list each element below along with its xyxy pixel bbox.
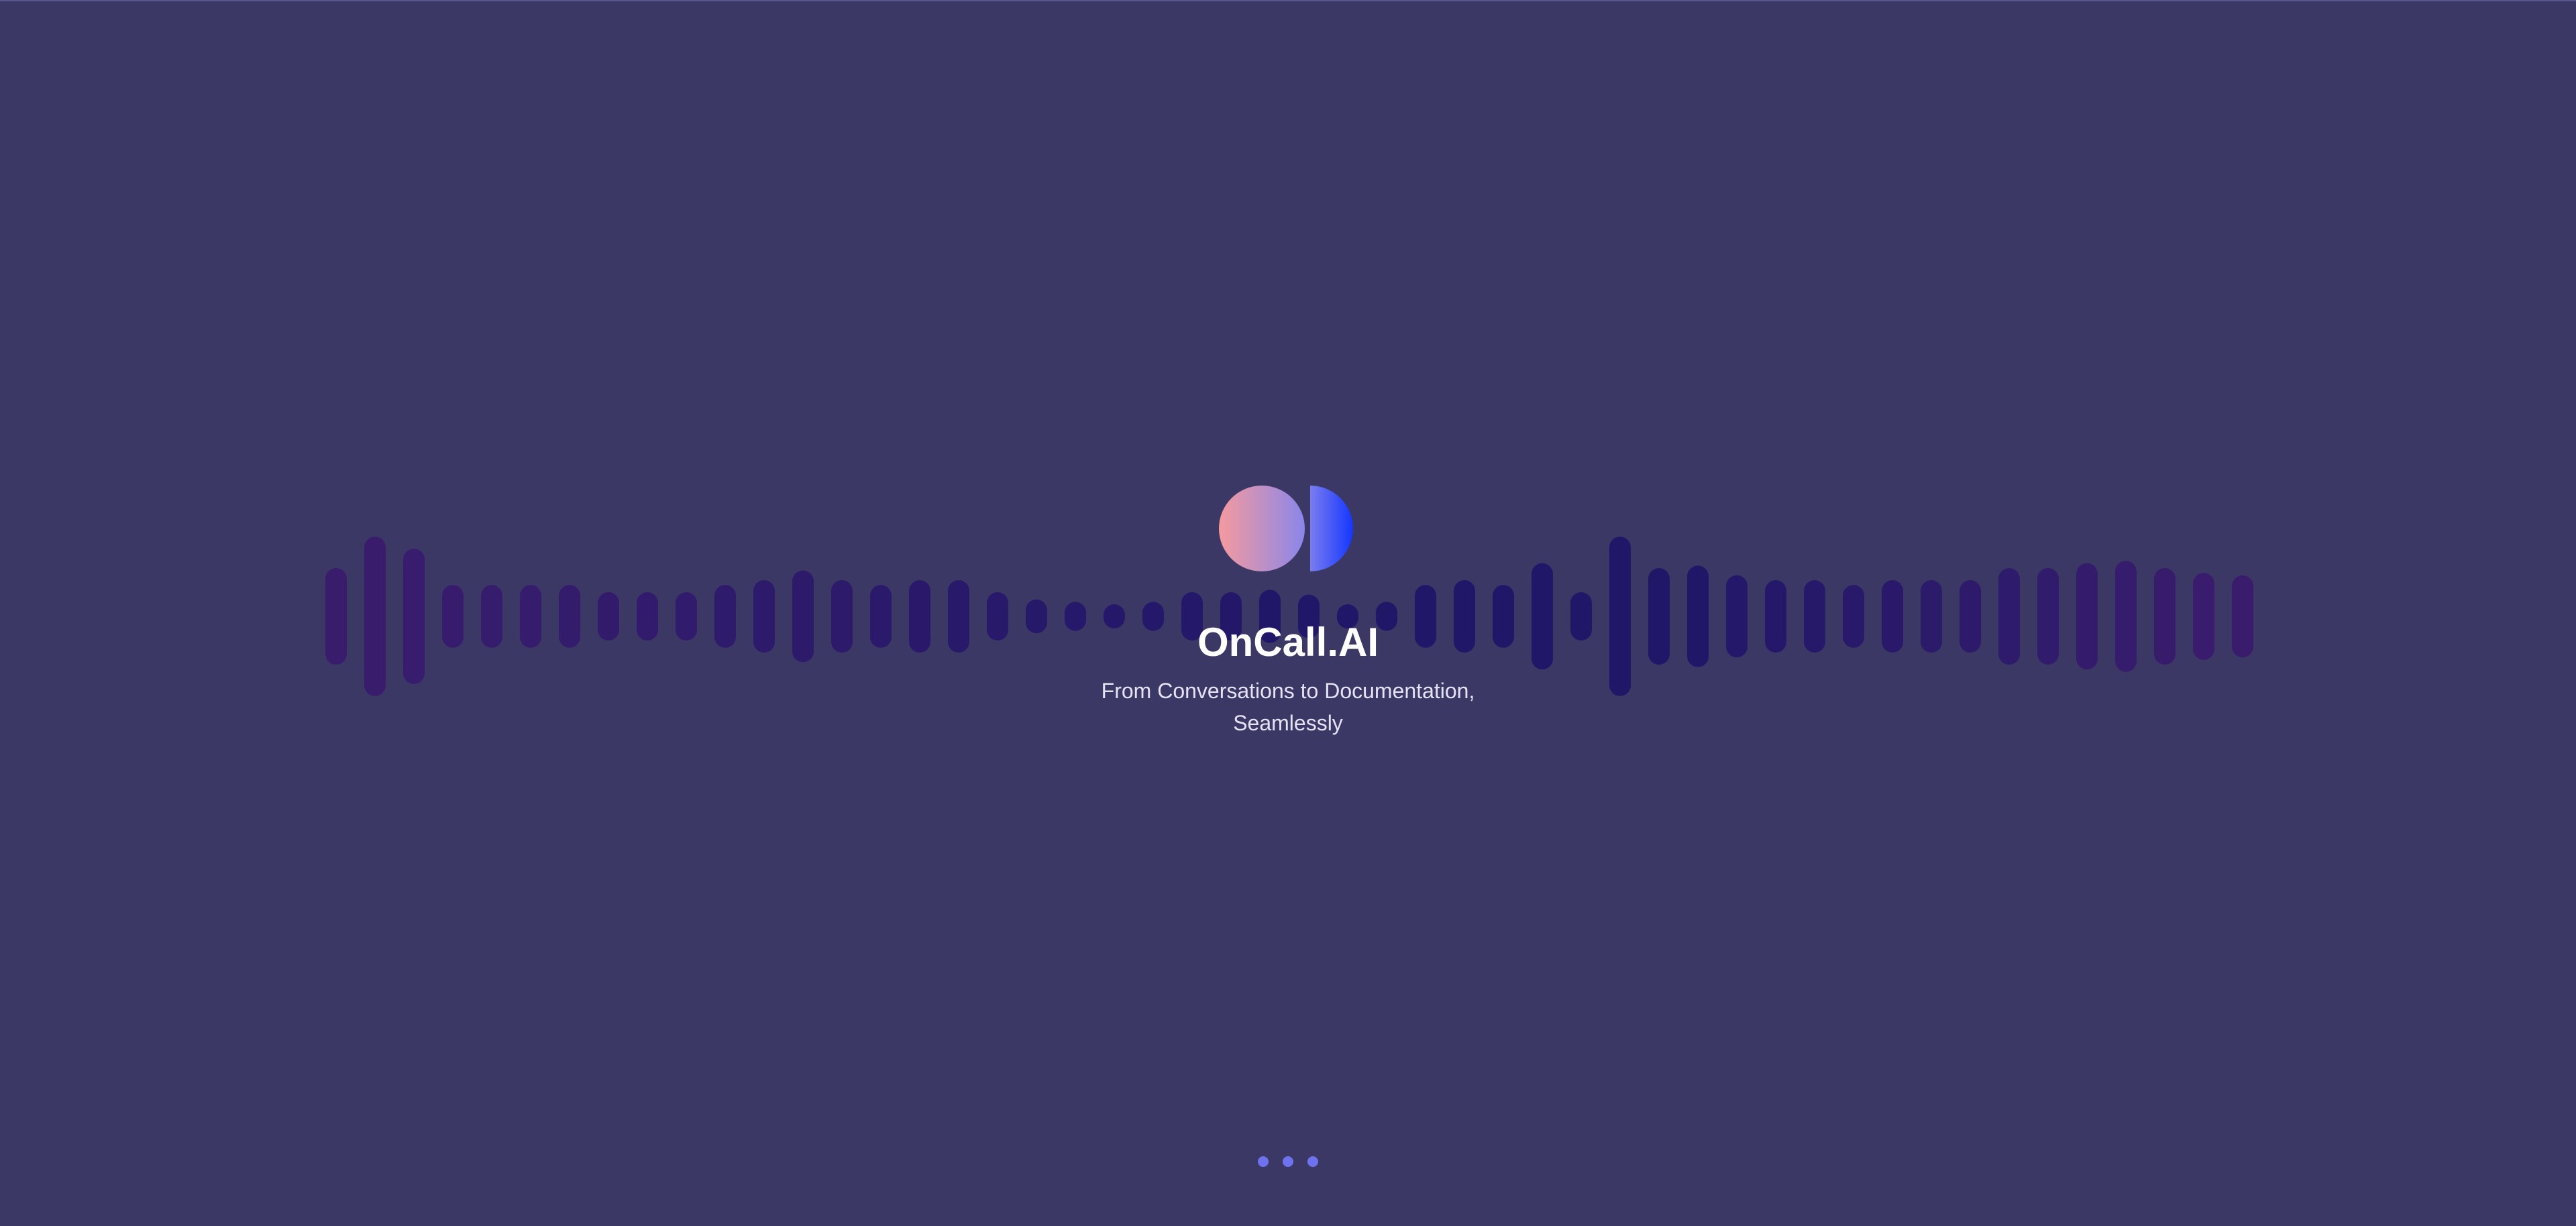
waveform-bar (442, 585, 464, 648)
waveform-bar (1609, 537, 1631, 696)
waveform-bar (987, 592, 1008, 640)
waveform-bar (792, 570, 814, 663)
waveform-bar (520, 585, 541, 648)
waveform-bar (1570, 592, 1592, 640)
waveform-bar (831, 580, 853, 653)
waveform-bar (753, 580, 775, 653)
logo-right-half (1310, 486, 1353, 571)
waveform-bar (481, 585, 502, 648)
waveform-bar (1921, 580, 1942, 653)
waveform-bar (676, 592, 697, 640)
waveform-bar (948, 580, 969, 653)
waveform-bar (1804, 580, 1825, 653)
tagline: From Conversations to Documentation, Sea… (1080, 675, 1496, 739)
waveform-bar (598, 592, 619, 640)
waveform-bar (1960, 580, 1981, 653)
waveform-bar (1765, 580, 1786, 653)
waveform-bar (2115, 561, 2137, 672)
tagline-line-2: Seamlessly (1233, 711, 1343, 735)
logo-left-circle (1219, 486, 1305, 571)
waveform-bar (1998, 568, 2020, 665)
waveform-bar (2193, 573, 2214, 660)
waveform-bar (1648, 568, 1670, 665)
waveform-bar (325, 568, 347, 665)
waveform-bar (2154, 568, 2176, 665)
waveform-bar (2232, 575, 2253, 658)
waveform-bar (1843, 585, 1864, 648)
waveform-bar (364, 537, 386, 696)
waveform-bar (909, 580, 930, 653)
oncall-ai-logo-icon (1219, 486, 1353, 571)
waveform-bar (403, 549, 425, 684)
waveform-bar (1726, 575, 1748, 658)
waveform-bar (714, 585, 736, 648)
loading-dot (1258, 1156, 1269, 1167)
waveform-bar (2076, 563, 2098, 670)
splash-center: OnCall.AI From Conversations to Document… (1020, 483, 1556, 739)
waveform-bar (870, 585, 892, 648)
waveform-bar (559, 585, 580, 648)
waveform-bar (1687, 565, 1709, 667)
loading-dots-icon (1258, 1154, 1318, 1169)
tagline-line-1: From Conversations to Documentation, (1101, 679, 1475, 703)
brand-title: OnCall.AI (1197, 620, 1379, 665)
waveform-bar (2037, 568, 2059, 665)
waveform-bar (1882, 580, 1903, 653)
loading-dot (1307, 1156, 1318, 1167)
waveform-bar (637, 592, 658, 640)
loading-dot (1283, 1156, 1293, 1167)
